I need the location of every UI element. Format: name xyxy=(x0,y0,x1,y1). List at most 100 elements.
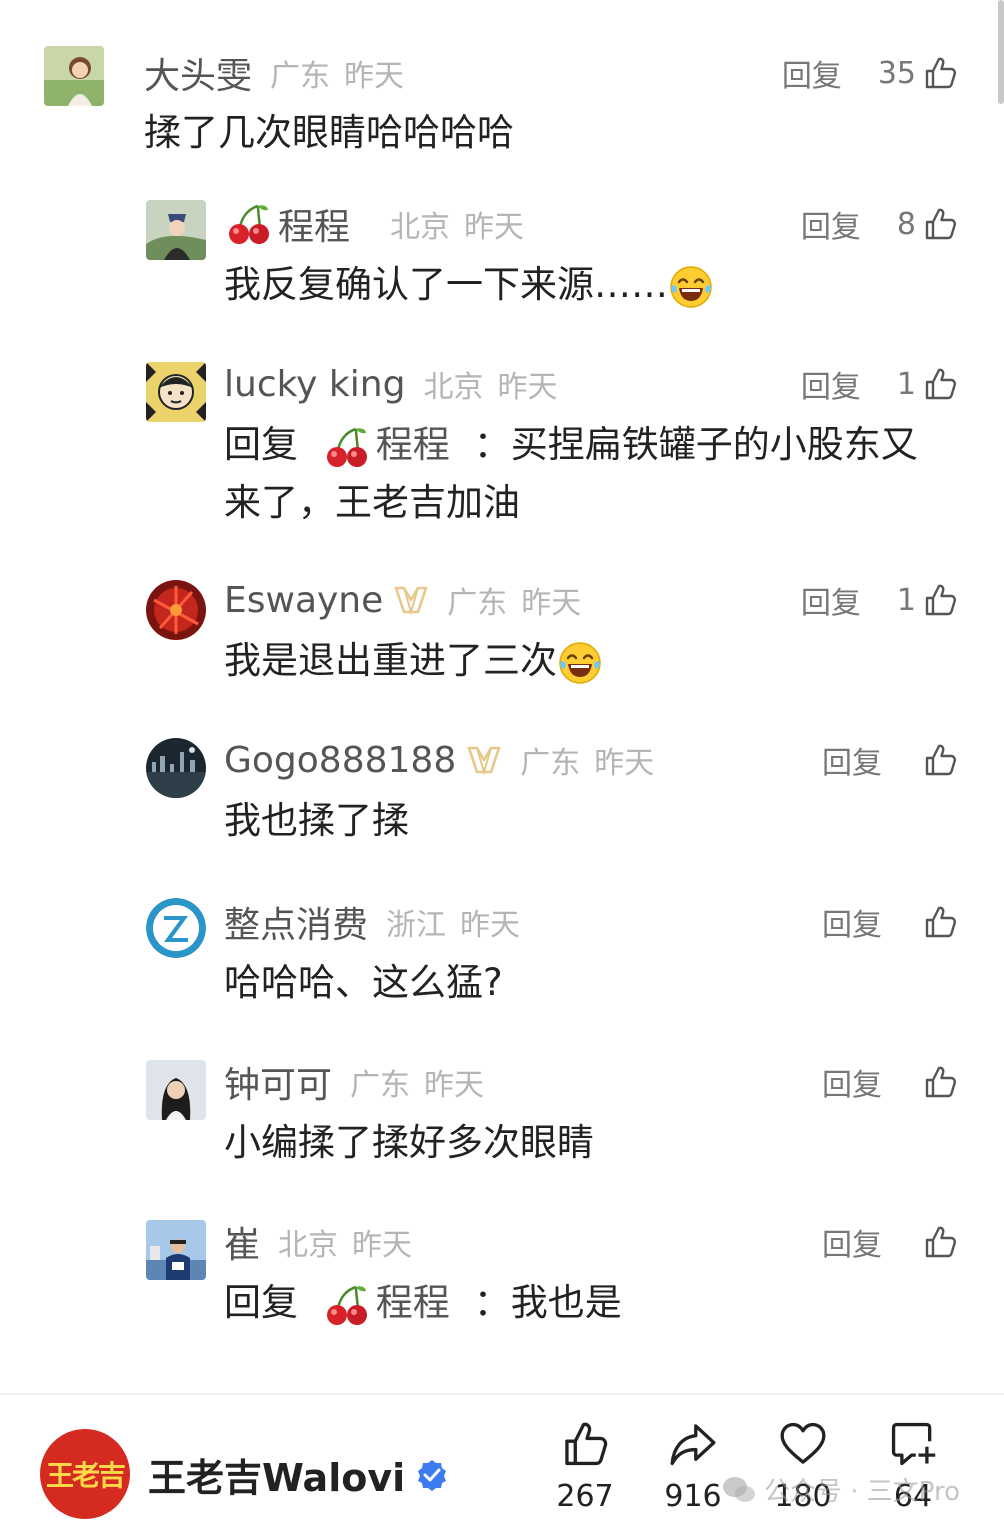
comment-add-icon xyxy=(891,1422,936,1466)
watermark: 公众号 · 三文Pro xyxy=(722,1471,960,1508)
comment-text-content: 我是退出重进了三次 xyxy=(224,639,557,682)
comment-text: 哈哈哈、这么猛? xyxy=(224,961,503,1004)
avatar[interactable] xyxy=(146,1220,206,1280)
thumbs-up-icon[interactable] xyxy=(922,904,958,940)
thumbs-up-icon[interactable] xyxy=(922,1224,958,1260)
comment-actions: 回复 xyxy=(822,736,958,784)
laughing-emoji-icon xyxy=(557,640,603,686)
region: 广东 xyxy=(447,586,508,621)
comment-item: Gogo888188 广东 昨天 回复 我也揉了揉 xyxy=(0,720,1004,880)
like-action[interactable]: 267 xyxy=(540,1419,630,1514)
comment-header: lucky king 北京 昨天 xyxy=(224,360,557,408)
comment-header: 程程 北京 昨天 xyxy=(226,200,524,248)
reply-button[interactable]: 回复 xyxy=(801,362,861,406)
comment-text: 回复 程程 ：买捏扁铁罐子的小股东又 来了，王老吉加油 xyxy=(224,416,918,532)
comment-item: 钟可可 广东 昨天 回复 小编揉了揉好多次眼睛 xyxy=(0,1040,1004,1200)
brand-avatar[interactable]: 王老吉 xyxy=(40,1429,130,1519)
avatar[interactable] xyxy=(44,46,104,106)
username[interactable]: 崔 xyxy=(224,1216,260,1268)
timestamp: 昨天 xyxy=(344,59,405,94)
comment-text-content: 我反复确认了一下来源…… xyxy=(224,263,668,306)
username[interactable]: Eswayne xyxy=(224,580,383,621)
reply-button[interactable]: 回复 xyxy=(801,202,861,246)
reply-prefix: 回复 xyxy=(224,1281,298,1324)
cherry-emoji-icon xyxy=(324,424,370,470)
reply-button[interactable]: 回复 xyxy=(822,738,882,782)
comment-meta: 北京 昨天 xyxy=(278,1220,412,1264)
laughing-emoji-icon xyxy=(668,264,714,310)
like-count: 1 xyxy=(896,582,916,618)
comment-text-content: ：买捏扁铁罐子的小股东又 xyxy=(473,423,918,466)
reply-prefix: 回复 xyxy=(224,423,298,466)
comment-text-line: 回复 程程 ：买捏扁铁罐子的小股东又 xyxy=(224,416,918,474)
comment-actions: 回复 1 xyxy=(801,576,958,624)
post-action-bar: 王老吉 王老吉Walovi 267 916 180 64 公众号 · 三文Pro xyxy=(0,1395,1004,1529)
comment-actions: 回复 35 xyxy=(782,49,958,97)
avatar[interactable] xyxy=(146,738,206,798)
avatar[interactable] xyxy=(146,580,206,640)
avatar[interactable] xyxy=(146,362,206,422)
reply-button[interactable]: 回复 xyxy=(782,51,842,95)
thumbs-up-icon[interactable] xyxy=(922,55,958,91)
mention-link[interactable]: 程程 xyxy=(376,1281,450,1324)
comment-item: Eswayne 广东 昨天 回复 1 我是退出重进了三次 xyxy=(0,560,1004,720)
comment-meta: 广东 昨天 xyxy=(270,51,404,95)
verified-badge-icon xyxy=(418,1459,447,1491)
avatar[interactable] xyxy=(146,898,206,958)
region: 北京 xyxy=(390,210,451,245)
comment-actions: 回复 1 xyxy=(801,360,958,408)
region: 浙江 xyxy=(386,908,447,943)
comment-item: 崔 北京 昨天 回复 回复 程程 ：我也是 xyxy=(0,1200,1004,1380)
avatar[interactable] xyxy=(146,200,206,260)
region: 广东 xyxy=(270,59,331,94)
region: 北京 xyxy=(423,370,484,405)
comment-header: 钟可可 广东 昨天 xyxy=(224,1058,484,1106)
mention-link[interactable]: 程程 xyxy=(376,423,450,466)
reply-button[interactable]: 回复 xyxy=(801,578,861,622)
username[interactable]: Gogo888188 xyxy=(224,740,456,781)
share-arrow-icon xyxy=(670,1424,716,1466)
comment-item: 大头雯 广东 昨天 回复 35 揉了几次眼睛哈哈哈哈 xyxy=(0,0,1004,180)
reply-button[interactable]: 回复 xyxy=(822,1060,882,1104)
username[interactable]: lucky king xyxy=(224,364,405,405)
thumbs-up-icon[interactable] xyxy=(922,742,958,778)
vip-badge-icon xyxy=(466,744,502,776)
comment-meta: 浙江 昨天 xyxy=(386,900,520,944)
timestamp: 昨天 xyxy=(464,210,525,245)
comment-actions: 回复 xyxy=(822,898,958,946)
timestamp: 昨天 xyxy=(594,746,655,781)
thumbs-up-icon xyxy=(565,1422,608,1466)
thumbs-up-icon[interactable] xyxy=(922,1064,958,1100)
comment-text: 小编揉了揉好多次眼睛 xyxy=(224,1121,594,1164)
comment-text: 我是退出重进了三次 xyxy=(224,632,603,690)
comment-item: lucky king 北京 昨天 回复 1 回复 程程 ：买捏扁铁罐子的小股东又 来… xyxy=(0,340,1004,560)
comment-text: 揉了几次眼睛哈哈哈哈 xyxy=(144,111,514,154)
brand-name[interactable]: 王老吉Walovi xyxy=(148,1447,449,1502)
thumbs-up-icon[interactable] xyxy=(922,366,958,402)
username[interactable]: 大头雯 xyxy=(144,47,252,99)
comment-item: 整点消费 浙江 昨天 回复 哈哈哈、这么猛? xyxy=(0,880,1004,1040)
username[interactable]: 程程 xyxy=(278,198,350,250)
reply-button[interactable]: 回复 xyxy=(822,1220,882,1264)
thumbs-up-icon[interactable] xyxy=(922,206,958,242)
comment-header: 大头雯 广东 昨天 xyxy=(144,49,404,97)
username[interactable]: 钟可可 xyxy=(224,1056,332,1108)
comment-text-line: 来了，王老吉加油 xyxy=(224,481,520,524)
watermark-text: 公众号 · 三文Pro xyxy=(764,1477,961,1507)
comment-meta: 广东 昨天 xyxy=(447,578,581,622)
thumbs-up-icon[interactable] xyxy=(922,582,958,618)
region: 北京 xyxy=(278,1228,339,1263)
comment-header: Gogo888188 广东 昨天 xyxy=(224,736,654,784)
comment-item: 程程 北京 昨天 回复 8 我反复确认了一下来源…… xyxy=(0,180,1004,340)
comment-meta: 北京 昨天 xyxy=(423,362,557,406)
username[interactable]: 整点消费 xyxy=(224,896,368,948)
comment-header: 整点消费 浙江 昨天 xyxy=(224,898,520,946)
reply-button[interactable]: 回复 xyxy=(822,900,882,944)
comment-header: Eswayne 广东 昨天 xyxy=(224,576,581,624)
timestamp: 昨天 xyxy=(352,1228,413,1263)
avatar[interactable] xyxy=(146,1060,206,1120)
comment-text-content: ：我也是 xyxy=(473,1281,622,1324)
like-count: 35 xyxy=(877,55,916,91)
brand-logo-text: 王老吉 xyxy=(45,1459,126,1492)
like-total: 267 xyxy=(556,1479,614,1514)
